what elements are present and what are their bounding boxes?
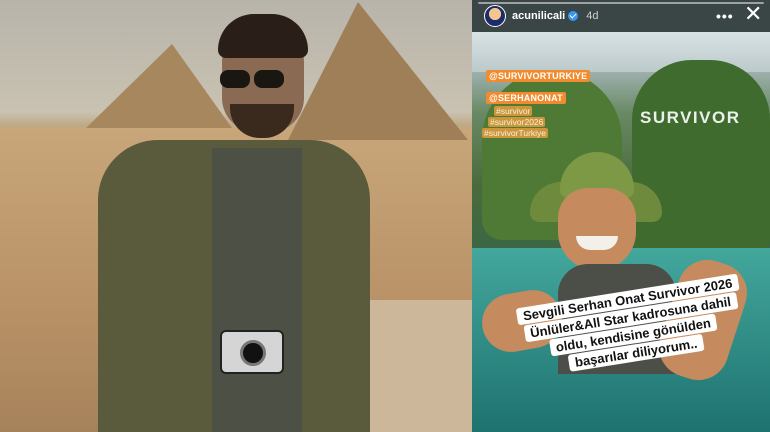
hashtag-survivor[interactable]: #survivor (494, 106, 533, 116)
mention-survivorturkiye[interactable]: @SURVIVORTURKIYE (486, 70, 591, 82)
pyramids-portrait-photo (0, 0, 472, 432)
mention-serhanonat[interactable]: @SERHANONAT (486, 92, 566, 104)
more-options-icon[interactable]: ••• (716, 8, 734, 24)
hashtag-survivor2026[interactable]: #survivor2026 (488, 117, 546, 127)
sunglasses (220, 70, 290, 90)
hashtag-survivorturkiye[interactable]: #survivorTurkiye (482, 128, 549, 138)
profile-avatar[interactable] (484, 5, 506, 27)
tshirt (212, 148, 302, 432)
survivor-brand-overlay: SURVIVOR (640, 108, 741, 127)
smiling-face (558, 188, 636, 270)
verified-badge-icon (568, 11, 579, 21)
instagram-story-panel[interactable]: acunilicali 4d ••• ✕ @SURVIVORTURKIYE @S… (472, 0, 770, 432)
screenshot-root: acunilicali 4d ••• ✕ @SURVIVORTURKIYE @S… (0, 0, 770, 432)
camera-icon (220, 330, 284, 374)
close-icon[interactable]: ✕ (744, 3, 762, 25)
pyramid-large (288, 2, 468, 140)
pyramid-small (86, 44, 232, 128)
story-username[interactable]: acunilicali (512, 10, 565, 22)
story-timestamp: 4d (586, 10, 599, 22)
